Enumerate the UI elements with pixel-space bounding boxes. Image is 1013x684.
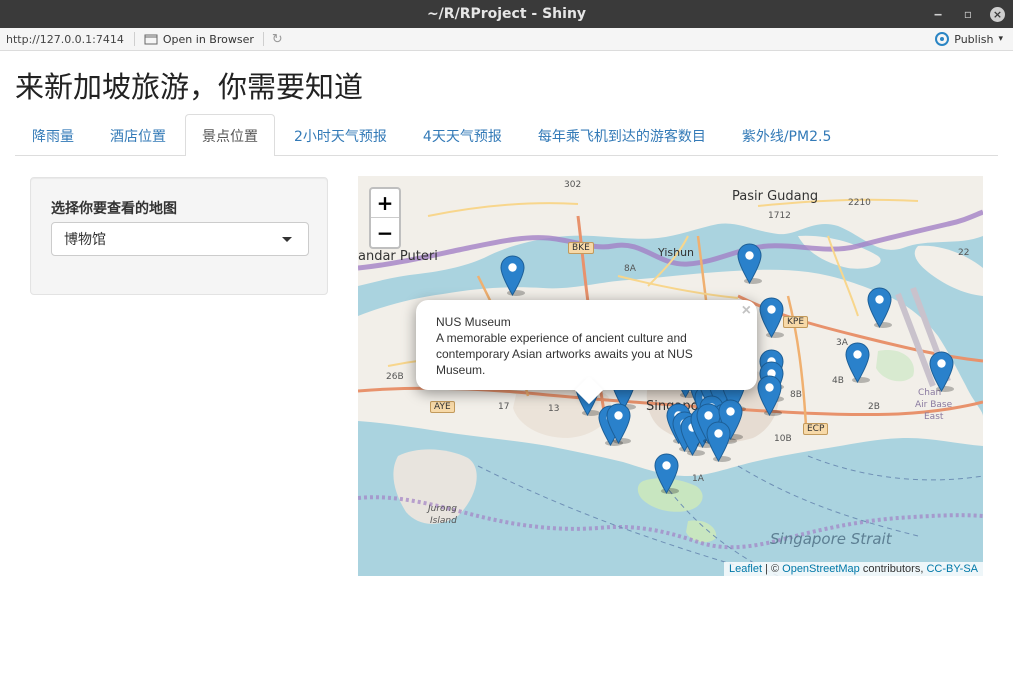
map-type-select[interactable]: 博物馆 <box>51 222 309 256</box>
map-marker-icon[interactable] <box>654 453 679 494</box>
map-road-17: 17 <box>498 402 510 412</box>
viewer-toolbar: http://127.0.0.1:7414 Open in Browser ↻ … <box>0 28 1013 51</box>
map-label-pasir-gudang: Pasir Gudang <box>732 189 819 204</box>
leaflet-map[interactable]: Pasir Gudang Yishun andar Puteri Singapo… <box>358 176 983 576</box>
sidebar-panel: 选择你要查看的地图 博物馆 <box>30 177 328 295</box>
road-shield-ecp: ECP <box>803 423 829 435</box>
minimize-icon[interactable]: ‒ <box>930 6 946 22</box>
map-road-1a: 1A <box>692 474 704 484</box>
map-road-13: 13 <box>548 404 560 414</box>
popup-close-icon[interactable]: × <box>742 303 751 319</box>
chevron-down-icon: ▾ <box>998 34 1003 44</box>
toolbar-divider <box>262 32 264 46</box>
map-road-10b: 10B <box>774 434 792 444</box>
zoom-control: + − <box>369 187 401 249</box>
road-shield-kpe: KPE <box>783 316 809 328</box>
map-road-302: 302 <box>564 180 582 190</box>
tab-hotel-location[interactable]: 酒店位置 <box>93 114 183 156</box>
map-marker-icon[interactable] <box>606 403 631 444</box>
map-road-4b: 4B <box>832 376 844 386</box>
map-road-8a: 8A <box>624 264 636 274</box>
tab-2h-forecast[interactable]: 2小时天气预报 <box>277 114 404 156</box>
map-label-yishun: Yishun <box>658 246 695 259</box>
open-in-browser-button[interactable]: Open in Browser <box>139 33 259 46</box>
publish-icon <box>935 32 950 46</box>
refresh-icon[interactable]: ↻ <box>268 32 287 47</box>
map-label-changi-2: Air Base <box>915 400 953 410</box>
map-marker-icon[interactable] <box>929 351 954 392</box>
popup-title: NUS Museum <box>436 315 511 329</box>
open-in-browser-label: Open in Browser <box>162 32 254 46</box>
tab-bar: 降雨量 酒店位置 景点位置 2小时天气预报 4天天气预报 每年乘飞机到达的游客数… <box>15 114 998 156</box>
attribution-separator: | © <box>762 563 783 575</box>
attribution-contributors: contributors, <box>859 563 927 575</box>
url-label: http://127.0.0.1:7414 <box>6 32 124 46</box>
map-road-2210: 2210 <box>848 198 871 208</box>
map-attribution: Leaflet | © OpenStreetMap contributors, … <box>723 562 983 576</box>
publish-label: Publish <box>954 32 994 46</box>
tab-visitor-arrivals[interactable]: 每年乘飞机到达的游客数目 <box>521 114 723 156</box>
map-road-22: 22 <box>958 248 970 258</box>
window-titlebar: ~/R/RProject - Shiny ‒ ▫ × <box>0 0 1013 28</box>
map-label-bandar-puteri: andar Puteri <box>358 249 438 264</box>
map-marker-icon[interactable] <box>500 255 525 296</box>
map-road-8b: 8B <box>790 390 802 400</box>
page-title: 来新加坡旅游，你需要知道 <box>15 70 364 104</box>
tab-4day-forecast[interactable]: 4天天气预报 <box>406 114 519 156</box>
map-road-26b: 26B <box>386 372 404 382</box>
close-icon[interactable]: × <box>990 6 1005 22</box>
map-marker-icon[interactable] <box>757 375 782 416</box>
map-marker-icon[interactable] <box>845 342 870 383</box>
map-select-label: 选择你要查看的地图 <box>51 201 177 217</box>
map-type-selected-value: 博物馆 <box>64 232 106 248</box>
zoom-out-button[interactable]: − <box>371 218 399 247</box>
maximize-icon[interactable]: ▫ <box>960 6 976 22</box>
tab-rainfall[interactable]: 降雨量 <box>15 114 91 156</box>
license-link[interactable]: CC-BY-SA <box>926 563 978 575</box>
map-marker-icon[interactable] <box>759 297 784 338</box>
map-marker-icon[interactable] <box>706 421 731 462</box>
road-shield-aye: AYE <box>430 401 455 413</box>
tab-attraction-location[interactable]: 景点位置 <box>185 114 275 156</box>
toolbar-divider <box>133 32 135 46</box>
zoom-in-button[interactable]: + <box>371 189 399 218</box>
map-label-singapore-strait: Singapore Strait <box>770 530 892 548</box>
road-shield-bke: BKE <box>568 242 594 254</box>
chevron-down-icon <box>282 237 292 242</box>
tab-uv-pm25[interactable]: 紫外线/PM2.5 <box>725 114 849 156</box>
map-marker-icon[interactable] <box>867 287 892 328</box>
openstreetmap-link[interactable]: OpenStreetMap <box>782 563 860 575</box>
popup-description: A memorable experience of ancient cultur… <box>436 331 693 377</box>
browser-icon <box>144 34 158 45</box>
map-label-island: Island <box>430 516 457 526</box>
map-road-2b: 2B <box>868 402 880 412</box>
window-title: ~/R/RProject - Shiny <box>426 6 587 22</box>
map-road-1712: 1712 <box>768 211 791 221</box>
publish-button[interactable]: Publish ▾ <box>935 32 1003 46</box>
map-marker-icon[interactable] <box>737 243 762 284</box>
marker-popup: × NUS Museum A memorable experience of a… <box>416 300 757 405</box>
leaflet-link[interactable]: Leaflet <box>729 563 762 575</box>
map-label-changi-3: East <box>924 412 944 422</box>
map-label-jurong: Jurong <box>428 504 457 514</box>
